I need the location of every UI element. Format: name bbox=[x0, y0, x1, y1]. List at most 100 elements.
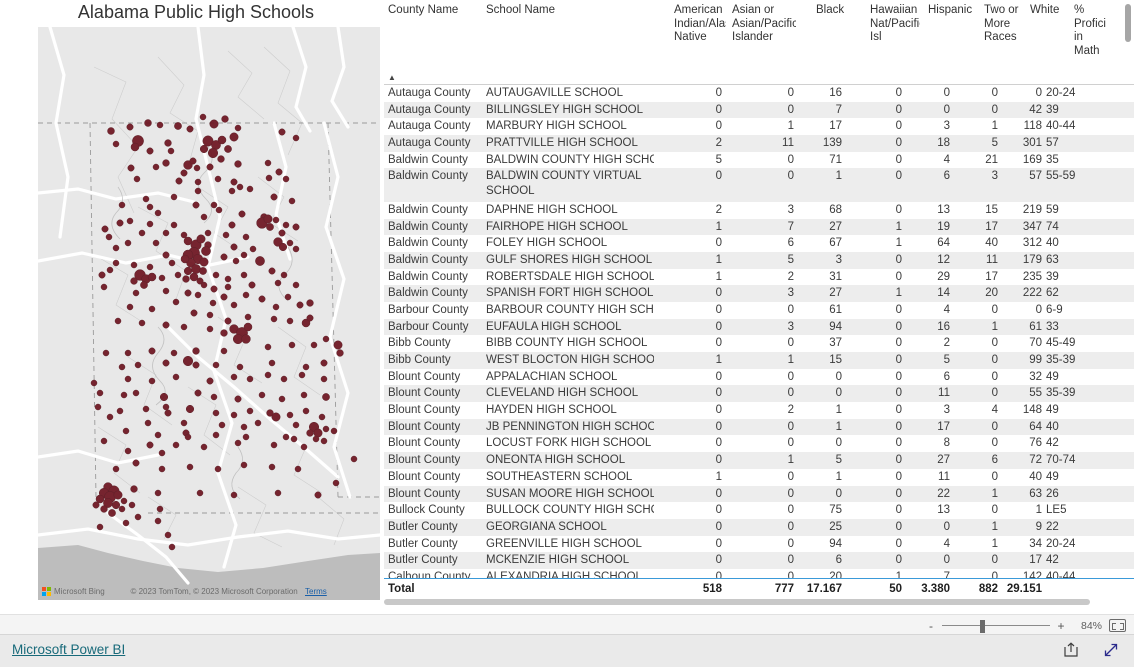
column-header-hispanic[interactable]: Hispanic bbox=[928, 4, 980, 18]
cell-asian: 2 bbox=[787, 270, 794, 283]
table-row[interactable]: Baldwin County ROBERTSDALE HIGH SCHOOL 1 2 3… bbox=[384, 269, 1134, 286]
table-row[interactable]: Blount County CLEVELAND HIGH SCHOOL 0 0 0 0 11… bbox=[384, 385, 1134, 403]
cell-twomore: 0 bbox=[991, 87, 998, 99]
table-row[interactable]: Blount County JB PENNINGTON HIGH SCHOOL 0 0… bbox=[384, 418, 1134, 436]
cell-county: Autauga County bbox=[388, 120, 471, 133]
table-row[interactable]: Autauga County AUTAUGAVILLE SCHOOL 0 0 16 0 0 0… bbox=[384, 85, 1134, 102]
cell-twomore: 6 bbox=[991, 454, 998, 467]
cell-amerind: 5 bbox=[715, 153, 722, 166]
table-row[interactable]: Baldwin County BALDWIN COUNTY HIGH SCHOOL… bbox=[384, 152, 1134, 169]
bing-logo-icon bbox=[42, 587, 51, 596]
cell-hispanic: 5 bbox=[943, 354, 950, 367]
table-row[interactable]: Autauga County BILLINGSLEY HIGH SCHOOL 0 0 7… bbox=[384, 101, 1134, 119]
table-row[interactable]: Blount County SOUTHEASTERN SCHOOL 1 0 1 0 11 0 4… bbox=[384, 469, 1134, 486]
cell-black: 67 bbox=[829, 237, 842, 250]
table-horizontal-scrollbar[interactable] bbox=[384, 598, 1134, 605]
cell-amerind: 0 bbox=[715, 337, 722, 350]
table-row[interactable]: Baldwin County DAPHNE HIGH SCHOOL 2 3 68 0 13 1… bbox=[384, 202, 1134, 219]
table-row[interactable]: Blount County ONEONTA HIGH SCHOOL 0 1 5 0 27 6 7… bbox=[384, 452, 1134, 469]
table-body[interactable]: Autauga County AUTAUGAVILLE SCHOOL 0 0 16 0 0 0… bbox=[384, 84, 1134, 579]
table-row[interactable]: Bullock County BULLOCK COUNTY HIGH SCHOOL… bbox=[384, 502, 1134, 519]
cell-twomore: 15 bbox=[985, 203, 998, 216]
table-row[interactable]: Autauga County PRATTVILLE HIGH SCHOOL 2 11 1… bbox=[384, 135, 1134, 152]
table-row[interactable]: Bibb County WEST BLOCTON HIGH SCHOOL 1 1 15 0… bbox=[384, 352, 1134, 369]
table-hscroll-thumb[interactable] bbox=[384, 599, 1090, 605]
cell-white: 9 bbox=[1035, 520, 1042, 533]
cell-twomore: 0 bbox=[991, 470, 998, 483]
cell-hispanic: 0 bbox=[943, 87, 950, 99]
column-header-hawaiian[interactable]: Hawaiian Nat/Pacific Isl bbox=[870, 4, 920, 45]
column-header-school[interactable]: School Name bbox=[486, 4, 654, 18]
cell-hawaiian: 0 bbox=[895, 370, 902, 383]
total-cell-hispanic: 3.380 bbox=[921, 583, 950, 595]
microsoft-power-bi-link[interactable]: Microsoft Power BI bbox=[12, 642, 125, 657]
cell-twomore: 0 bbox=[991, 354, 998, 367]
cell-white: 40 bbox=[1029, 470, 1042, 483]
cell-white: 64 bbox=[1029, 420, 1042, 433]
cell-black: 75 bbox=[829, 504, 842, 517]
cell-amerind: 0 bbox=[715, 454, 722, 467]
cell-twomore: 0 bbox=[991, 420, 998, 433]
table-total-row: Total 518 777 17.167 50 3.380 882 29.151 bbox=[384, 580, 1134, 598]
cell-school: BARBOUR COUNTY HIGH SCHOOL bbox=[486, 303, 654, 316]
table-row[interactable]: Baldwin County BALDWIN COUNTY VIRTUAL SCH… bbox=[384, 168, 1134, 202]
cell-amerind: 1 bbox=[715, 270, 722, 283]
table-vscroll-thumb[interactable] bbox=[1125, 4, 1131, 42]
column-header-white[interactable]: White bbox=[1030, 4, 1070, 18]
sort-ascending-icon[interactable]: ▲ bbox=[388, 74, 396, 82]
table-row[interactable]: Baldwin County FOLEY HIGH SCHOOL 0 6 67 1 64 40… bbox=[384, 235, 1134, 252]
table-row[interactable]: Barbour County BARBOUR COUNTY HIGH SCHOOL… bbox=[384, 302, 1134, 319]
zoom-slider[interactable] bbox=[942, 619, 1050, 633]
table-row[interactable]: Baldwin County GULF SHORES HIGH SCHOOL 1 5 3… bbox=[384, 251, 1134, 269]
map-terms-link[interactable]: Terms bbox=[305, 587, 327, 596]
cell-hawaiian: 0 bbox=[895, 203, 902, 216]
cell-hawaiian: 0 bbox=[895, 487, 902, 500]
table-row[interactable]: Butler County GEORGIANA SCHOOL 0 0 25 0 0 1 9 22 bbox=[384, 518, 1134, 536]
table-row[interactable]: Barbour County EUFAULA HIGH SCHOOL 0 3 94 0 16… bbox=[384, 318, 1134, 336]
table-vertical-scrollbar[interactable] bbox=[1125, 4, 1132, 74]
column-header-county[interactable]: County Name bbox=[388, 4, 484, 18]
fit-to-page-icon[interactable] bbox=[1109, 619, 1126, 632]
zoom-out-button[interactable]: - bbox=[927, 619, 935, 633]
schools-table-visual[interactable]: County Name School Name American Indian/Al… bbox=[384, 0, 1134, 605]
cell-school: PRATTVILLE HIGH SCHOOL bbox=[486, 137, 638, 150]
table-row[interactable]: Blount County LOCUST FORK HIGH SCHOOL 0 0 0 0… bbox=[384, 435, 1134, 452]
cell-hawaiian: 0 bbox=[895, 470, 902, 483]
total-cell-asian: 777 bbox=[774, 583, 794, 595]
table-row[interactable]: Butler County MCKENZIE HIGH SCHOOL 0 0 6 0 0 0 1… bbox=[384, 552, 1134, 569]
total-cell-amerind: 518 bbox=[702, 583, 722, 595]
cell-amerind: 0 bbox=[715, 520, 722, 533]
column-header-asian[interactable]: Asian or Asian/Pacific Islander bbox=[732, 4, 796, 45]
column-header-mathprof[interactable]: % Proficient in Math bbox=[1074, 4, 1106, 58]
cell-twomore: 11 bbox=[986, 253, 998, 266]
cell-school: SOUTHEASTERN SCHOOL bbox=[486, 470, 633, 483]
cell-amerind: 1 bbox=[715, 220, 722, 233]
column-header-black[interactable]: Black bbox=[816, 4, 860, 18]
cell-hispanic: 3 bbox=[943, 404, 950, 417]
table-row[interactable]: Butler County GREENVILLE HIGH SCHOOL 0 0 94 0… bbox=[384, 536, 1134, 553]
table-row[interactable]: Autauga County MARBURY HIGH SCHOOL 0 1 17 0 3 1… bbox=[384, 118, 1134, 135]
table-header: County Name School Name American Indian/Al… bbox=[384, 0, 1134, 74]
share-icon[interactable] bbox=[1062, 641, 1080, 659]
cell-hispanic: 6 bbox=[943, 370, 950, 383]
column-header-twomore[interactable]: Two or More Races bbox=[984, 4, 1024, 45]
cell-county: Blount County bbox=[388, 387, 461, 400]
cell-asian: 0 bbox=[787, 437, 794, 450]
table-row[interactable]: Bibb County BIBB COUNTY HIGH SCHOOL 0 0 37 0 2… bbox=[384, 335, 1134, 352]
cell-white: 55 bbox=[1029, 387, 1042, 400]
map-canvas[interactable]: Microsoft Bing © 2023 TomTom, © 2023 Mic… bbox=[38, 27, 380, 600]
table-row[interactable]: Blount County APPALACHIAN SCHOOL 0 0 0 0 6 0 32 4… bbox=[384, 369, 1134, 386]
table-row[interactable]: Blount County HAYDEN HIGH SCHOOL 0 2 1 0 3 4 148… bbox=[384, 402, 1134, 419]
fullscreen-icon[interactable] bbox=[1102, 641, 1120, 659]
table-row[interactable]: Baldwin County SPANISH FORT HIGH SCHOOL 0 3… bbox=[384, 285, 1134, 302]
cell-school: DAPHNE HIGH SCHOOL bbox=[486, 203, 618, 216]
column-header-amerind[interactable]: American Indian/Alaska Native bbox=[674, 4, 726, 45]
zoom-in-button[interactable]: + bbox=[1057, 619, 1065, 633]
table-row[interactable]: Baldwin County FAIRHOPE HIGH SCHOOL 1 7 27 1 1… bbox=[384, 218, 1134, 236]
cell-hispanic: 64 bbox=[937, 237, 950, 250]
zoom-slider-handle[interactable] bbox=[980, 619, 985, 633]
table-row[interactable]: Blount County SUSAN MOORE HIGH SCHOOL 0 0 0 0… bbox=[384, 485, 1134, 503]
cell-mathprof: 49 bbox=[1046, 470, 1059, 483]
cell-amerind: 0 bbox=[715, 537, 722, 550]
map-visual[interactable]: Alabama Public High Schools Microsoft Bi… bbox=[12, 0, 380, 600]
